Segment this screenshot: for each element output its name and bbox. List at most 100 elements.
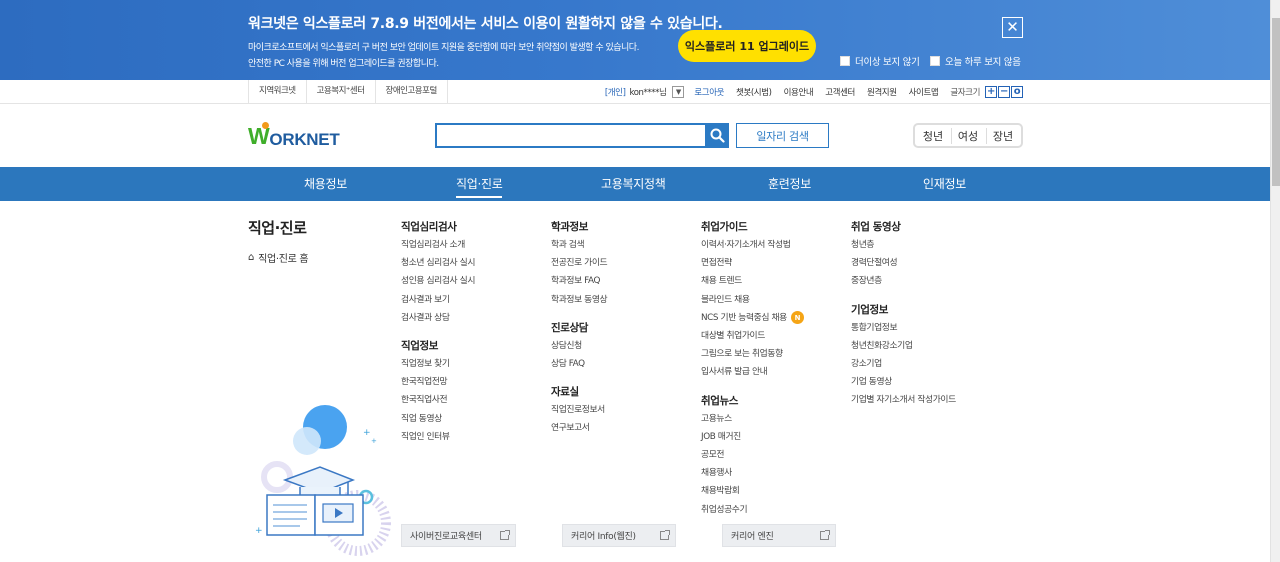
menu-item[interactable]: 청년친화강소기업 [851, 337, 1001, 355]
menu-item[interactable]: 전공진로 가이드 [551, 254, 701, 272]
career-engine-link[interactable]: 커리어 엔진 [722, 524, 836, 547]
worknet-logo[interactable]: W ORKNET [248, 122, 340, 150]
menu-item[interactable]: 그림으로 보는 취업동향 [701, 345, 851, 363]
tab-women[interactable]: 여성 [950, 127, 978, 144]
menu-item[interactable]: 공모전 [701, 446, 851, 464]
menu-group-title[interactable]: 기업정보 [851, 302, 1001, 319]
menu-item[interactable]: 직업진로정보서 [551, 401, 701, 419]
menu-item[interactable]: 학과 검색 [551, 236, 701, 254]
menu-item[interactable]: 취업성공수기 [701, 500, 851, 518]
menu-item[interactable]: 기업별 자기소개서 작성가이드 [851, 391, 1001, 409]
tab-middle-aged[interactable]: 장년 [985, 127, 1013, 144]
career-info-webzine-link[interactable]: 커리어 Info(웹진) [562, 524, 676, 547]
menu-item[interactable]: 직업정보 찾기 [401, 355, 551, 373]
menu-item[interactable]: 청년층 [851, 236, 1001, 254]
hide-today-checkbox[interactable]: 오늘 하루 보지 않음 [930, 54, 1021, 68]
util-link-customer-center[interactable]: 고객센터 [825, 86, 855, 98]
menu-item-ncs[interactable]: NCS 기반 능력중심 채용 N [701, 309, 851, 327]
cyber-career-center-link[interactable]: 사이버진로교육센터 [401, 524, 516, 547]
menu-item[interactable]: 블라인드 채용 [701, 291, 851, 309]
gnb-item-jobs[interactable]: 채용정보 [304, 167, 347, 201]
menu-item[interactable]: 강소기업 [851, 355, 1001, 373]
menu-group-title[interactable]: 취업뉴스 [701, 393, 851, 410]
svg-text:+: + [363, 428, 371, 438]
menu-group-title[interactable]: 학과정보 [551, 219, 701, 236]
search-input[interactable] [435, 123, 705, 148]
banner-close-icon[interactable]: ✕ [1002, 17, 1023, 38]
checkbox-icon[interactable] [930, 56, 940, 66]
logout-link[interactable]: 로그아웃 [694, 86, 724, 98]
menu-item[interactable]: 상담신청 [551, 337, 701, 355]
util-link-chatbot[interactable]: 챗봇(시범) [736, 86, 772, 98]
never-show-label: 더이상 보지 않기 [855, 57, 920, 68]
menu-group-title[interactable]: 취업가이드 [701, 219, 851, 236]
menu-item[interactable]: 기업 동영상 [851, 373, 1001, 391]
menu-item[interactable]: 채용 트렌드 [701, 272, 851, 290]
gnb-item-career[interactable]: 직업·진로 [456, 167, 503, 198]
menu-item[interactable]: 통합기업정보 [851, 319, 1001, 337]
menu-group-title[interactable]: 직업정보 [401, 338, 551, 355]
gnb-item-talent[interactable]: 인재정보 [923, 167, 966, 201]
util-link-guide[interactable]: 이용안내 [784, 86, 814, 98]
tab-youth[interactable]: 청년 [923, 128, 943, 144]
menu-group-title[interactable]: 진로상담 [551, 320, 701, 337]
menu-item[interactable]: 학과정보 FAQ [551, 272, 701, 290]
menu-group-title[interactable]: 취업 동영상 [851, 219, 1001, 236]
career-education-illustration: + + + [255, 405, 391, 556]
menu-item[interactable]: 학과정보 동영상 [551, 291, 701, 309]
svg-text:+: + [255, 526, 263, 536]
menu-item[interactable]: 채용행사 [701, 464, 851, 482]
menu-item[interactable]: 상담 FAQ [551, 355, 701, 373]
banner-title: 워크넷은 익스플로러 7.8.9 버전에서는 서비스 이용이 원활하지 않을 수… [248, 16, 723, 32]
menu-group-title[interactable]: 직업심리검사 [401, 219, 551, 236]
menu-item[interactable]: 입사서류 발급 안내 [701, 363, 851, 381]
external-link-icon [820, 530, 830, 540]
util-link-remote-support[interactable]: 원격지원 [867, 86, 897, 98]
page-scrollbar[interactable] [1270, 0, 1280, 562]
menu-item[interactable]: 대상별 취업가이드 [701, 327, 851, 345]
gnb-item-training[interactable]: 훈련정보 [768, 167, 811, 201]
menu-item[interactable]: 연구보고서 [551, 419, 701, 437]
link-label: 커리어 Info(웹진) [571, 532, 636, 542]
job-search-button[interactable]: 일자리 검색 [736, 123, 829, 148]
util-link-sitemap[interactable]: 사이트맵 [909, 86, 939, 98]
menu-item[interactable]: 채용박람회 [701, 482, 851, 500]
font-increase-button[interactable]: + [985, 85, 997, 98]
family-site-links: 지역워크넷 고용복지⁺센터 장애인고용포털 [248, 80, 448, 103]
menu-group: 직업정보 직업정보 찾기 한국직업전망 한국직업사전 직업 동영상 직업인 인터… [401, 338, 551, 446]
gnb-item-welfare-policy[interactable]: 고용복지정책 [601, 167, 666, 201]
section-home-link[interactable]: ⌂ 직업·진로 홈 [248, 250, 309, 265]
font-decrease-button[interactable]: − [998, 85, 1010, 98]
banner-description: 마이크로소프트에서 익스플로러 구 버전 보안 업데이트 지원을 중단함에 따라… [248, 40, 639, 72]
menu-item[interactable]: JOB 매거진 [701, 428, 851, 446]
util-link-regional-worknet[interactable]: 지역워크넷 [248, 80, 306, 103]
menu-group-title[interactable]: 자료실 [551, 384, 701, 401]
target-group-tabs: 청년 여성 장년 [913, 123, 1023, 148]
util-link-disabled-employment-portal[interactable]: 장애인고용포털 [374, 80, 448, 103]
menu-item[interactable]: 검사결과 상담 [401, 309, 551, 327]
menu-item[interactable]: 이력서·자기소개서 작성법 [701, 236, 851, 254]
menu-item[interactable]: 직업인 인터뷰 [401, 428, 551, 446]
font-reset-button[interactable]: o [1011, 85, 1023, 98]
browser-warning-banner: 워크넷은 익스플로러 7.8.9 버전에서는 서비스 이용이 원활하지 않을 수… [0, 0, 1270, 80]
menu-item[interactable]: 직업 동영상 [401, 410, 551, 428]
menu-item[interactable]: 성인용 심리검사 실시 [401, 272, 551, 290]
menu-item[interactable]: 경력단절여성 [851, 254, 1001, 272]
checkbox-icon[interactable] [840, 56, 850, 66]
menu-item[interactable]: 중장년층 [851, 272, 1001, 290]
menu-item[interactable]: 고용뉴스 [701, 410, 851, 428]
scrollbar-thumb[interactable] [1272, 18, 1280, 186]
menu-item[interactable]: 한국직업사전 [401, 391, 551, 409]
ie-upgrade-button[interactable]: 익스플로러 11 업그레이드 [678, 30, 816, 62]
chevron-down-icon[interactable]: ▼ [672, 85, 685, 98]
menu-item[interactable]: 면접전략 [701, 254, 851, 272]
never-show-checkbox[interactable]: 더이상 보지 않기 [840, 54, 920, 68]
search-button[interactable] [705, 123, 729, 148]
section-title: 직업·진로 [248, 219, 307, 237]
menu-item[interactable]: 청소년 심리검사 실시 [401, 254, 551, 272]
link-label: 사이버진로교육센터 [410, 532, 482, 542]
util-link-employment-welfare-center[interactable]: 고용복지⁺센터 [305, 80, 375, 103]
menu-item[interactable]: 검사결과 보기 [401, 291, 551, 309]
menu-item[interactable]: 직업심리검사 소개 [401, 236, 551, 254]
menu-item[interactable]: 한국직업전망 [401, 373, 551, 391]
